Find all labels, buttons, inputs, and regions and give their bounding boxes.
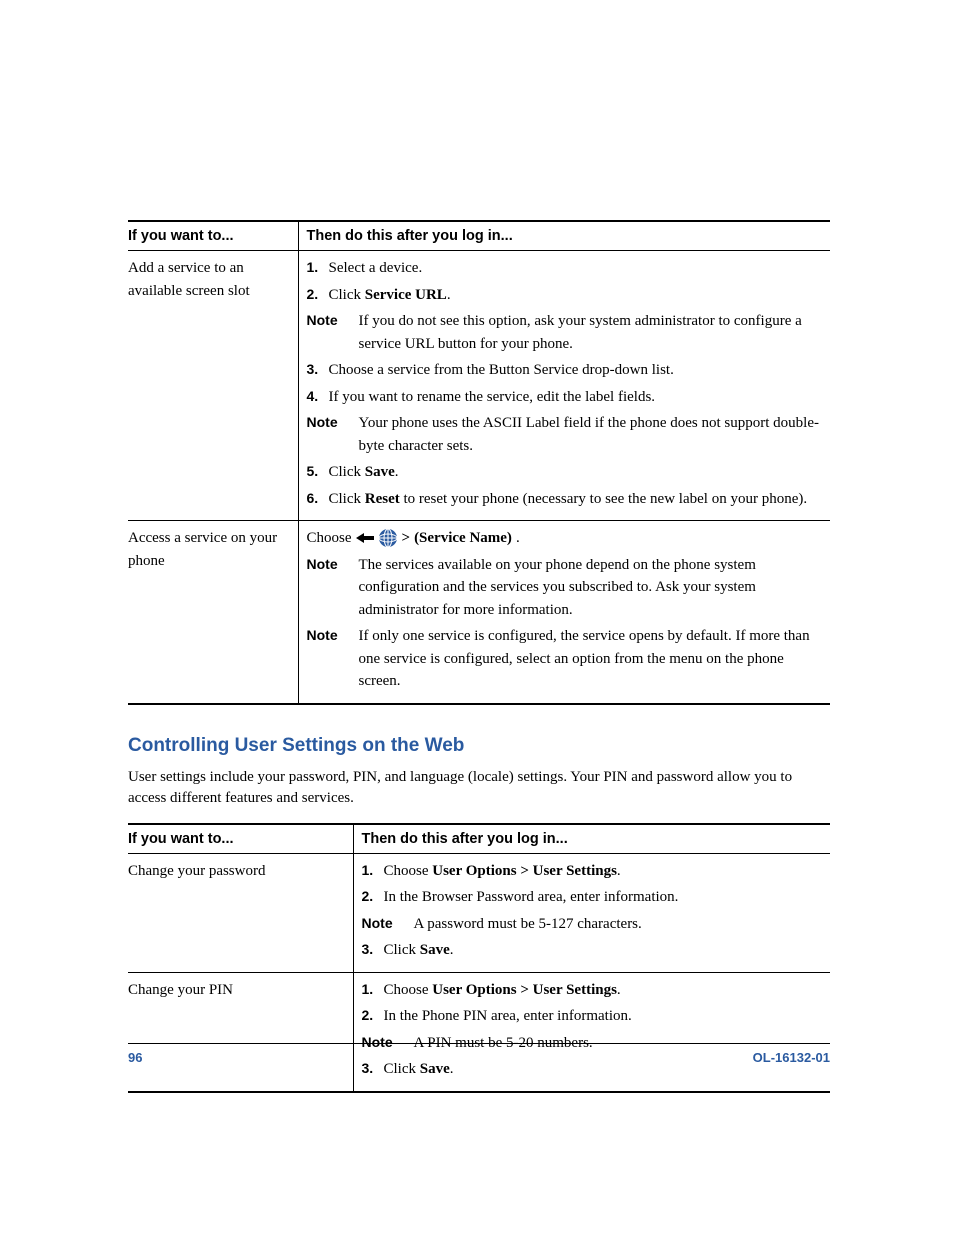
t2-r2-c1: Change your PIN [128,972,353,1092]
document-id: OL-16132-01 [753,1050,830,1065]
step-num: 6. [307,488,329,511]
note-label: Note [362,913,414,936]
t1-r1-c1: Add a service to an available screen slo… [128,251,298,521]
text: Choose [384,863,433,879]
bold-text: (Service Name) [414,527,512,550]
step-text: If you want to rename the service, edit … [329,386,825,409]
note-label: Note [307,310,359,355]
section-heading: Controlling User Settings on the Web [128,735,830,757]
services-table: If you want to... Then do this after you… [128,220,830,705]
text: Click [329,491,365,507]
note-text: If only one service is configured, the s… [359,625,825,693]
t1-header-c2: Then do this after you log in... [298,221,830,251]
text: to reset your phone (necessary to see th… [400,491,807,507]
page-footer: 96 OL-16132-01 [128,1043,830,1065]
text: . [395,464,399,480]
step-num: 3. [307,359,329,382]
table-row: Add a service to an available screen slo… [128,251,830,521]
step-num: 2. [307,284,329,307]
text: . [450,942,454,958]
step-num: 1. [362,979,384,1002]
back-arrow-icon [356,531,374,545]
table-row: Access a service on your phone Choose > … [128,521,830,704]
note-label: Note [307,554,359,622]
step-text: Choose a service from the Button Service… [329,359,825,382]
table-row: Change your password 1. Choose User Opti… [128,853,830,972]
step-text: Click Save. [329,461,825,484]
page: If you want to... Then do this after you… [0,0,954,1235]
step-text: Choose User Options > User Settings. [384,860,825,883]
bold-text: Service URL [365,287,447,303]
t1-r1-c2: 1. Select a device. 2. Click Service URL… [298,251,830,521]
choose-line: Choose > (Service Name). [307,527,825,550]
t2-header-c2: Then do this after you log in... [353,824,830,854]
note-text: The services available on your phone dep… [359,554,825,622]
globe-icon [378,528,398,548]
bold-text: Reset [365,491,400,507]
text: Choose [384,982,433,998]
step-text: Select a device. [329,257,825,280]
note-text: If you do not see this option, ask your … [359,310,825,355]
bold-text: Save [365,464,395,480]
t1-r2-c1: Access a service on your phone [128,521,298,704]
text: Choose [307,527,352,550]
bold-text: Save [420,942,450,958]
note-label: Note [307,412,359,457]
note-label: Note [307,625,359,693]
step-num: 5. [307,461,329,484]
text: . [617,863,621,879]
text: . [516,527,520,550]
page-number: 96 [128,1050,142,1065]
step-text: Click Reset to reset your phone (necessa… [329,488,825,511]
step-num: 1. [307,257,329,280]
t2-r1-c1: Change your password [128,853,353,972]
step-text: Click Save. [384,939,825,962]
step-text: Click Service URL. [329,284,825,307]
t2-r1-c2: 1. Choose User Options > User Settings. … [353,853,830,972]
bold-text: User Options > User Settings [432,863,617,879]
text: Click [329,287,365,303]
note-text: A password must be 5-127 characters. [414,913,825,936]
t1-header-c1: If you want to... [128,221,298,251]
text: Click [329,464,365,480]
step-num: 2. [362,886,384,909]
bold-text: User Options > User Settings [432,982,617,998]
step-text: Choose User Options > User Settings. [384,979,825,1002]
text: Click [384,942,420,958]
step-text: In the Browser Password area, enter info… [384,886,825,909]
step-num: 4. [307,386,329,409]
step-num: 2. [362,1005,384,1028]
step-num: 1. [362,860,384,883]
t1-r2-c2: Choose > (Service Name). Note The servic… [298,521,830,704]
text: . [617,982,621,998]
t2-header-c1: If you want to... [128,824,353,854]
step-text: In the Phone PIN area, enter information… [384,1005,825,1028]
step-num: 3. [362,939,384,962]
t2-r2-c2: 1. Choose User Options > User Settings. … [353,972,830,1092]
text: . [447,287,451,303]
table-row: Change your PIN 1. Choose User Options >… [128,972,830,1092]
text: > [402,527,411,550]
note-text: Your phone uses the ASCII Label field if… [359,412,825,457]
section-intro: User settings include your password, PIN… [128,767,830,809]
